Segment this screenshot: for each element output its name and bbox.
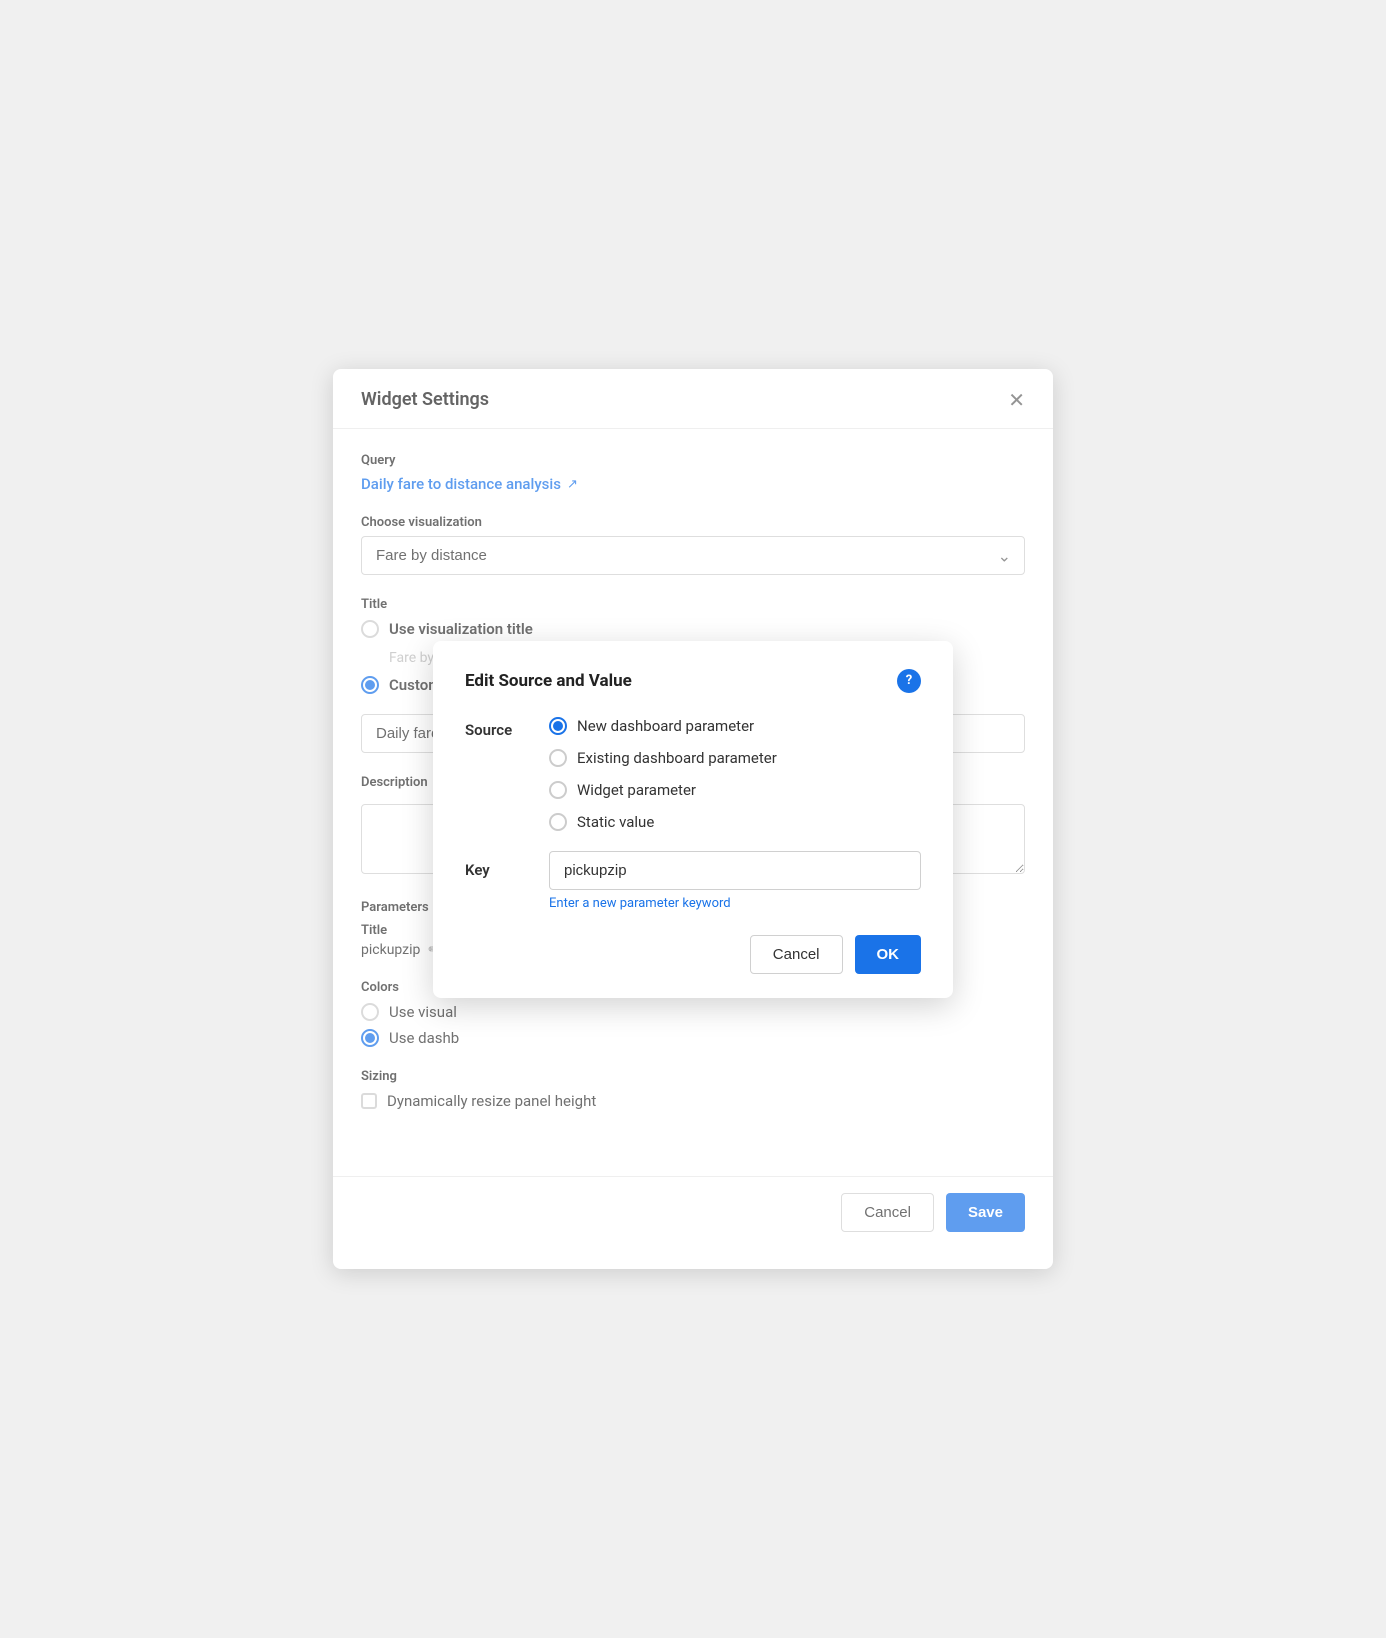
key-input[interactable]	[549, 851, 921, 890]
help-icon[interactable]: ?	[897, 669, 921, 693]
dialog-header: Edit Source and Value ?	[465, 669, 921, 693]
source-row: Source New dashboard parameter Existing …	[465, 717, 921, 831]
source-radio-label-0: New dashboard parameter	[577, 717, 754, 735]
key-label: Key	[465, 851, 525, 879]
key-hint: Enter a new parameter keyword	[549, 896, 921, 911]
dialog-ok-button[interactable]: OK	[855, 935, 922, 974]
dialog-overlay: Edit Source and Value ? Source New dashb…	[333, 369, 1053, 1269]
source-radio-label-3: Static value	[577, 813, 654, 831]
source-option-1[interactable]: Existing dashboard parameter	[549, 749, 777, 767]
source-radio-2[interactable]	[549, 781, 567, 799]
source-radio-0[interactable]	[549, 717, 567, 735]
dialog-footer: Cancel OK	[465, 935, 921, 974]
key-input-wrap: Enter a new parameter keyword	[549, 851, 921, 911]
source-radio-group: New dashboard parameter Existing dashboa…	[549, 717, 777, 831]
edit-source-dialog: Edit Source and Value ? Source New dashb…	[433, 641, 953, 998]
source-option-0[interactable]: New dashboard parameter	[549, 717, 777, 735]
dialog-cancel-button[interactable]: Cancel	[750, 935, 843, 974]
source-label: Source	[465, 717, 525, 739]
source-option-3[interactable]: Static value	[549, 813, 777, 831]
source-option-2[interactable]: Widget parameter	[549, 781, 777, 799]
source-radio-label-1: Existing dashboard parameter	[577, 749, 777, 767]
widget-settings-panel: Widget Settings ✕ Query Daily fare to di…	[333, 369, 1053, 1269]
source-radio-label-2: Widget parameter	[577, 781, 696, 799]
key-row: Key Enter a new parameter keyword	[465, 851, 921, 911]
source-radio-3[interactable]	[549, 813, 567, 831]
source-radio-1[interactable]	[549, 749, 567, 767]
dialog-title: Edit Source and Value	[465, 671, 632, 691]
